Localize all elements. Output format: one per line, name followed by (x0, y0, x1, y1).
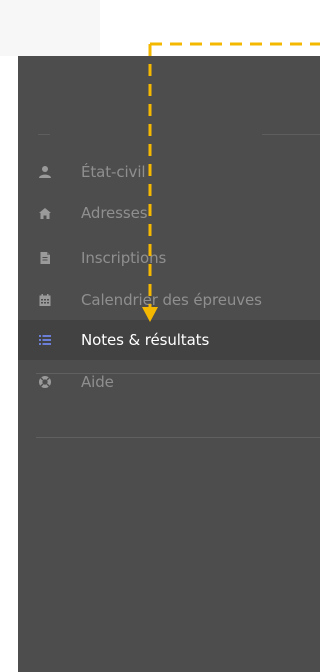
lifebuoy-icon (38, 375, 52, 389)
calendar-icon (38, 293, 52, 307)
sidebar-top-divider-left (38, 134, 50, 135)
list-icon (38, 333, 52, 347)
sidebar-item-label: Inscriptions (81, 249, 167, 267)
sidebar-item-notes-resultats[interactable]: Notes & résultats (18, 320, 320, 360)
sidebar-item-aide[interactable]: Aide (18, 362, 320, 402)
user-icon (38, 165, 52, 179)
sidebar-item-label: Aide (81, 373, 114, 391)
sidebar-item-calendrier[interactable]: Calendrier des épreuves (18, 280, 320, 320)
page: État-civil Adresses Inscriptions Calendr… (0, 0, 320, 672)
sidebar-item-label: Notes & résultats (81, 331, 210, 349)
sidebar-item-etat-civil[interactable]: État-civil (18, 152, 320, 192)
sidebar-item-inscriptions[interactable]: Inscriptions (18, 238, 320, 278)
header-band (0, 0, 100, 56)
sidebar-item-label: Adresses (81, 204, 148, 222)
sidebar-item-adresses[interactable]: Adresses (18, 193, 320, 233)
sidebar-top-divider-right (262, 134, 320, 135)
document-icon (38, 251, 52, 265)
sidebar-item-label: Calendrier des épreuves (81, 291, 262, 309)
sidebar-divider (36, 437, 320, 438)
sidebar: État-civil Adresses Inscriptions Calendr… (18, 56, 320, 672)
home-icon (38, 206, 52, 220)
sidebar-item-label: État-civil (81, 163, 146, 181)
